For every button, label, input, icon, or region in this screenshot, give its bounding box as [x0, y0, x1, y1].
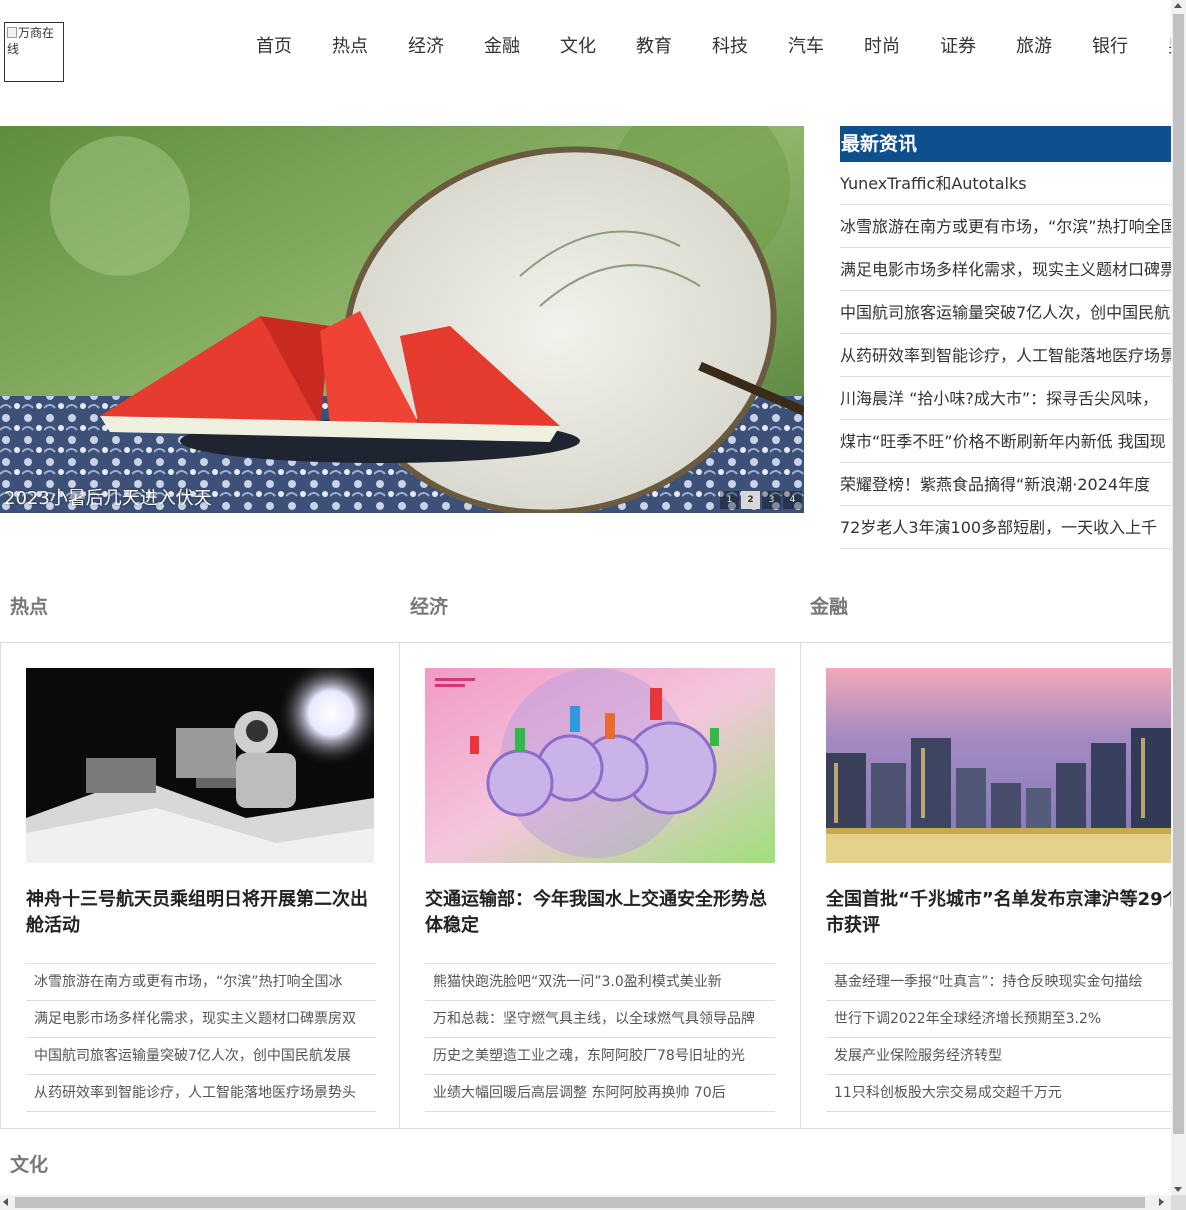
list-item[interactable]: 11只科创板股大宗交易成交超千万元: [826, 1075, 1171, 1112]
latest-news-item[interactable]: 川海晨洋 “拾小味?成大市”：探寻舌尖风味，: [840, 377, 1171, 420]
finance-headline[interactable]: 全国首批“千兆城市”名单发布京津沪等29个城市获评: [826, 887, 1171, 939]
economy-headline[interactable]: 交通运输部：今年我国水上交通安全形势总体稳定: [425, 887, 775, 939]
nav-item-securities[interactable]: 证券: [920, 22, 996, 72]
list-item[interactable]: 发展产业保险服务经济转型: [826, 1038, 1171, 1075]
vertical-scroll-thumb[interactable]: [1173, 14, 1184, 1134]
nav-item-education[interactable]: 教育: [616, 22, 692, 72]
finance-news-list: 基金经理一季报“吐真言”：持仓反映现实金句描绘 世行下调2022年全球经济增长预…: [826, 963, 1171, 1112]
section-economy: 交通运输部：今年我国水上交通安全形势总体稳定 熊猫快跑洗脸吧“双洗一问”3.0盈…: [400, 643, 801, 1129]
section-hot: 神舟十三号航天员乘组明日将开展第二次出舱活动 冰雪旅游在南方或更有市场，“尔滨”…: [0, 643, 400, 1129]
section-finance: 全国首批“千兆城市”名单发布京津沪等29个城市获评 基金经理一季报“吐真言”：持…: [801, 643, 1171, 1129]
nav-item-tech[interactable]: 科技: [692, 22, 768, 72]
main-nav: 首页 热点 经济 金融 文化 教育 科技 汽车 时尚 证券 旅游 银行 男人: [236, 22, 1186, 72]
latest-news-item[interactable]: 煤市“旺季不旺”价格不断刷新年内新低 我国现: [840, 420, 1171, 463]
hero-caption[interactable]: 2023小暑后几天进入伏天: [4, 484, 212, 510]
slide-dot-2[interactable]: 2: [741, 491, 760, 509]
nav-item-finance[interactable]: 金融: [464, 22, 540, 72]
latest-news-item[interactable]: YunexTraffic和Autotalks: [840, 162, 1171, 205]
hot-headline-image[interactable]: [26, 668, 374, 863]
latest-news-item[interactable]: 从药研效率到智能诊疗，人工智能落地医疗场景势头: [840, 334, 1186, 377]
list-item[interactable]: 基金经理一季报“吐真言”：持仓反映现实金句描绘: [826, 964, 1171, 1001]
nav-item-auto[interactable]: 汽车: [768, 22, 844, 72]
list-item[interactable]: 冰雪旅游在南方或更有市场，“尔滨”热打响全国冰: [26, 964, 376, 1001]
list-item[interactable]: 熊猫快跑洗脸吧“双洗一问”3.0盈利模式美业新: [425, 964, 775, 1001]
section-title-finance[interactable]: 金融: [810, 592, 848, 619]
astronaut-image: [26, 668, 374, 863]
list-item[interactable]: 从药研效率到智能诊疗，人工智能落地医疗场景势头: [26, 1075, 376, 1112]
list-item[interactable]: 历史之美塑造工业之魂，东阿阿胶厂78号旧址的光: [425, 1038, 775, 1075]
slide-dot-4[interactable]: 4: [783, 491, 802, 509]
scrollbar-corner: [1171, 1195, 1186, 1210]
section-columns: 神舟十三号航天员乘组明日将开展第二次出舱活动 冰雪旅游在南方或更有市场，“尔滨”…: [0, 642, 1171, 1129]
list-item[interactable]: 满足电影市场多样化需求，现实主义题材口碑票房双: [26, 1001, 376, 1038]
slider-pagination: 1 2 3 4: [720, 491, 802, 509]
ranking-illustration-image: [425, 668, 775, 863]
section-title-culture[interactable]: 文化: [10, 1150, 48, 1177]
nav-item-travel[interactable]: 旅游: [996, 22, 1072, 72]
vertical-scrollbar[interactable]: [1171, 0, 1186, 1195]
list-item[interactable]: 业绩大幅回暖后高层调整 东阿阿胶再换帅 70后: [425, 1075, 775, 1112]
latest-news-title: 最新资讯: [840, 126, 1171, 162]
finance-headline-image[interactable]: [826, 668, 1171, 863]
hero-image: [0, 126, 804, 513]
nav-item-hot[interactable]: 热点: [312, 22, 388, 72]
list-item[interactable]: 世行下调2022年全球经济增长预期至3.2%: [826, 1001, 1171, 1038]
economy-headline-image[interactable]: [425, 668, 775, 863]
latest-news-item[interactable]: 荣耀登榜！紫燕食品摘得“新浪潮·2024年度: [840, 463, 1171, 506]
hero-slider[interactable]: 2023小暑后几天进入伏天 1 2 3 4: [0, 126, 804, 513]
broken-image-icon: [7, 27, 17, 38]
nav-item-economy[interactable]: 经济: [388, 22, 464, 72]
list-item[interactable]: 万和总裁：坚守燃气具主线，以全球燃气具领导品牌: [425, 1001, 775, 1038]
scroll-right-arrow-icon[interactable]: [1159, 1198, 1164, 1206]
scroll-down-arrow-icon[interactable]: [1174, 1187, 1182, 1192]
latest-news-item[interactable]: 冰雪旅游在南方或更有市场，“尔滨”热打响全国: [840, 205, 1177, 248]
horizontal-scrollbar[interactable]: [0, 1195, 1186, 1210]
site-logo[interactable]: 万商在线: [4, 22, 64, 82]
horizontal-scroll-thumb[interactable]: [15, 1197, 1145, 1208]
slide-dot-1[interactable]: 1: [720, 491, 739, 509]
scroll-left-arrow-icon[interactable]: [3, 1198, 8, 1206]
slide-dot-3[interactable]: 3: [762, 491, 781, 509]
nav-item-culture[interactable]: 文化: [540, 22, 616, 72]
nav-item-fashion[interactable]: 时尚: [844, 22, 920, 72]
list-item[interactable]: 中国航司旅客运输量突破7亿人次，创中国民航发展: [26, 1038, 376, 1075]
hot-news-list: 冰雪旅游在南方或更有市场，“尔滨”热打响全国冰 满足电影市场多样化需求，现实主义…: [26, 963, 376, 1112]
nav-item-bank[interactable]: 银行: [1072, 22, 1148, 72]
hot-headline[interactable]: 神舟十三号航天员乘组明日将开展第二次出舱活动: [26, 887, 376, 939]
economy-news-list: 熊猫快跑洗脸吧“双洗一问”3.0盈利模式美业新 万和总裁：坚守燃气具主线，以全球…: [425, 963, 775, 1112]
section-title-economy[interactable]: 经济: [410, 592, 448, 619]
section-title-hot[interactable]: 热点: [10, 592, 48, 619]
latest-news-item[interactable]: 72岁老人3年演100多部短剧，一天收入上千: [840, 506, 1171, 549]
scroll-up-arrow-icon[interactable]: [1174, 3, 1182, 8]
latest-news-item[interactable]: 中国航司旅客运输量突破7亿人次，创中国民航发展: [840, 291, 1186, 334]
latest-news-item[interactable]: 满足电影市场多样化需求，现实主义题材口碑票房: [840, 248, 1186, 291]
city-skyline-image: [826, 668, 1171, 863]
latest-news-list: YunexTraffic和Autotalks 冰雪旅游在南方或更有市场，“尔滨”…: [840, 162, 1186, 549]
latest-news-panel: 最新资讯 YunexTraffic和Autotalks 冰雪旅游在南方或更有市场…: [840, 126, 1186, 549]
nav-item-home[interactable]: 首页: [236, 22, 312, 72]
